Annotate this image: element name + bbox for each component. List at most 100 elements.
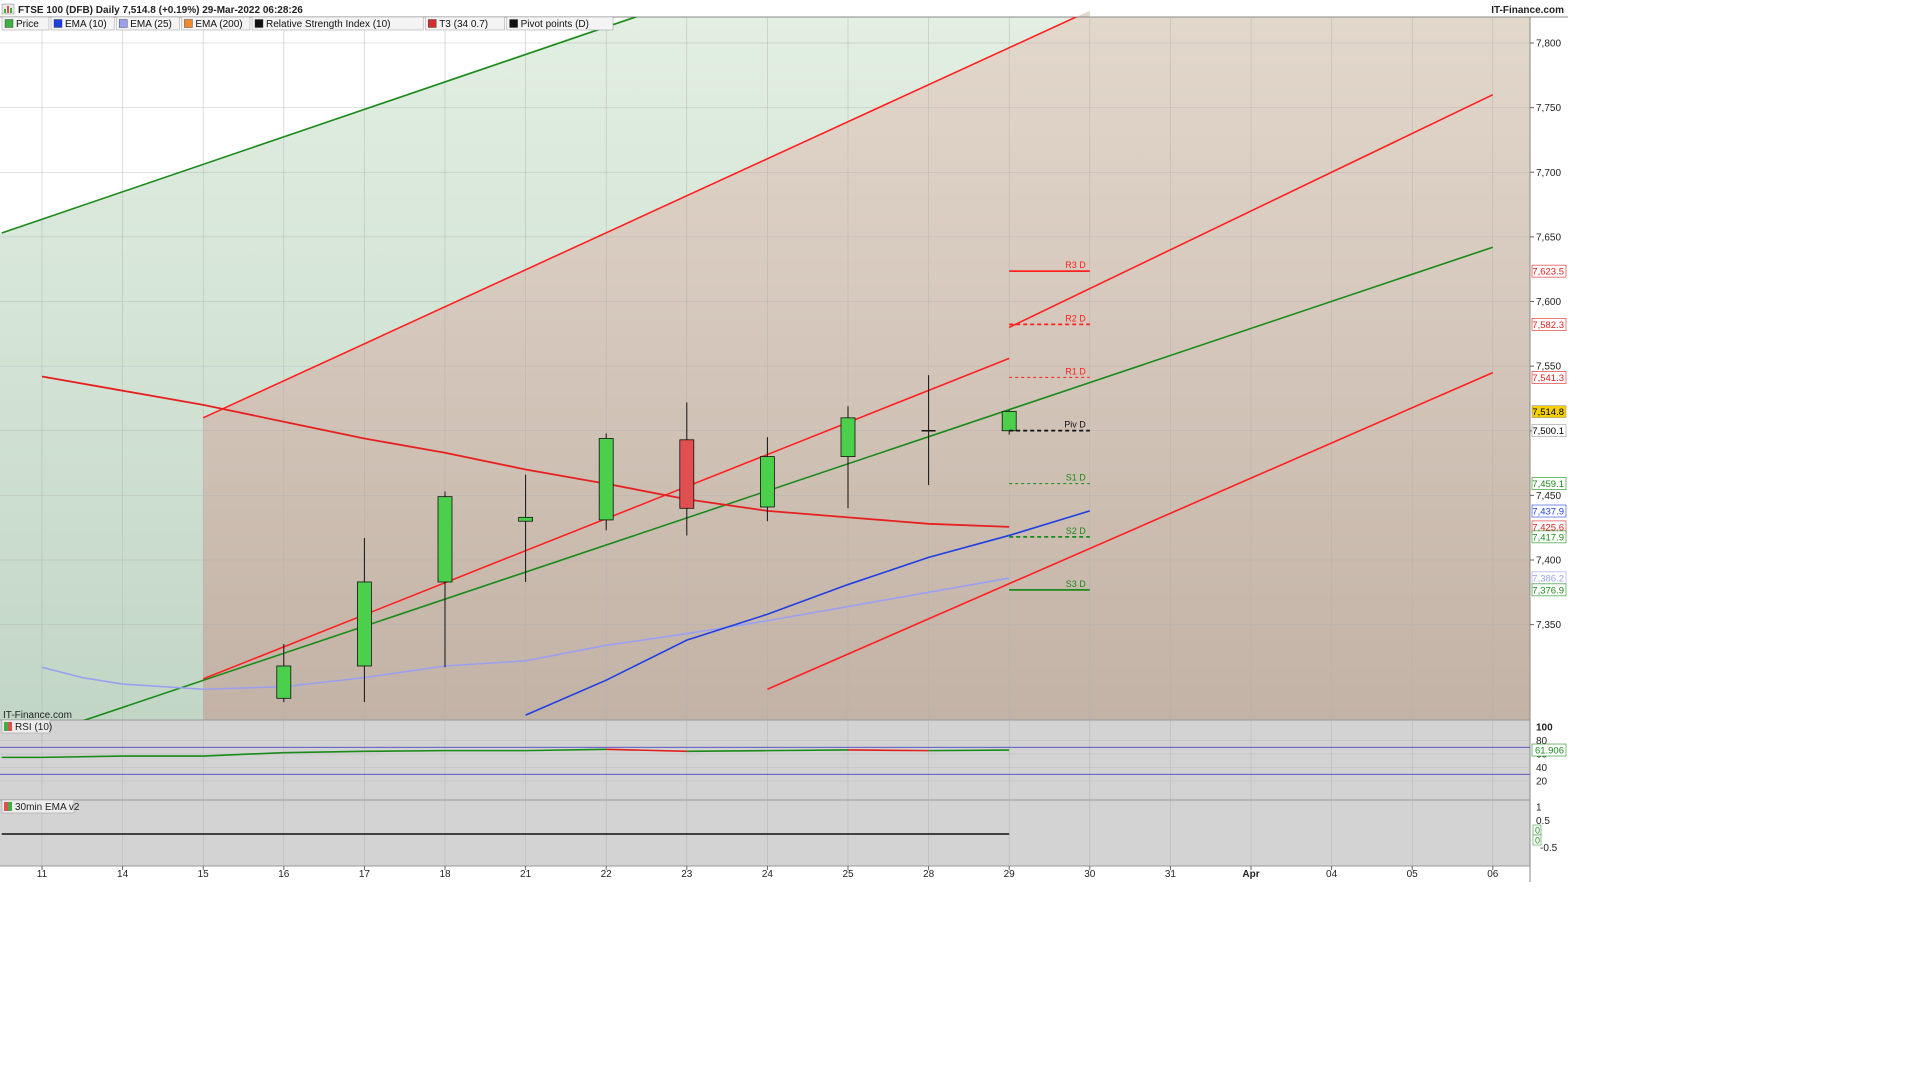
rsi-color-icon	[4, 722, 8, 731]
rsi-segment	[847, 749, 929, 752]
y-tick-label: 7,750	[1536, 103, 1561, 114]
chart-window: R3 D R2 D R1 D Piv D S1 D S2 D S3 D 7,350 7,400…	[0, 0, 1568, 882]
ema30-panel-label[interactable]: 30min EMA v2	[1, 799, 80, 814]
value-label: 7,417.9	[1532, 532, 1564, 543]
y-tick-label: 7,550	[1536, 362, 1561, 373]
legend-color-swatch	[254, 19, 264, 28]
ema30-tick-label: -0.5	[1540, 843, 1558, 854]
legend-color-swatch	[118, 19, 128, 28]
pivot-label: S1 D	[1066, 473, 1087, 483]
value-label: 7,541.3	[1532, 373, 1564, 384]
x-tick-label: 14	[117, 869, 129, 880]
rsi-segment	[686, 749, 768, 753]
x-tick-label: 31	[1165, 869, 1177, 880]
legend-item-label: Pivot points (D)	[521, 19, 589, 30]
rsi-panel-label[interactable]: RSI (10)	[1, 719, 52, 734]
legend-item-label: EMA (200)	[195, 19, 242, 30]
rsi-segment	[928, 749, 1010, 752]
rsi-segment	[767, 749, 849, 752]
brand-label[interactable]: IT-Finance.com	[1491, 5, 1564, 16]
value-label: 7,582.3	[1532, 320, 1564, 331]
legend-item-label: Relative Strength Index (10)	[266, 19, 391, 30]
legend-item-label: Price	[16, 19, 39, 30]
x-tick-label: 24	[762, 869, 774, 880]
y-tick-label: 7,350	[1536, 620, 1561, 631]
x-tick-label: 16	[278, 869, 290, 880]
legend-item[interactable]: Relative Strength Index (10)	[251, 16, 424, 31]
legend-item-label: T3 (34 0.7)	[439, 19, 488, 30]
legend-color-swatch	[428, 19, 437, 28]
legend-item[interactable]: EMA (200)	[181, 16, 251, 31]
rsi-tick-label: 40	[1536, 763, 1548, 774]
x-tick-label: 18	[439, 869, 451, 880]
pivot-label: S3 D	[1066, 579, 1087, 589]
pivot-label: R3 D	[1065, 260, 1086, 270]
ema30-tick-label: 1	[1536, 803, 1542, 814]
legend-color-swatch	[184, 19, 193, 28]
pivot-label: Piv D	[1064, 420, 1086, 430]
candle-up	[1001, 410, 1017, 432]
x-tick-label: 17	[359, 869, 371, 880]
candle-up	[276, 665, 292, 699]
rsi-tick-label: 100	[1536, 723, 1553, 734]
pivot-label: S2 D	[1066, 526, 1087, 536]
candle-up	[518, 516, 533, 522]
legend-item[interactable]: EMA (10)	[50, 16, 115, 31]
legend-item-label: EMA (10)	[65, 19, 107, 30]
pivot-label: R2 D	[1065, 313, 1086, 323]
x-tick-label: 05	[1407, 869, 1419, 880]
y-tick-label: 7,700	[1536, 168, 1561, 179]
x-tick-label: 22	[601, 869, 613, 880]
x-tick-label: 04	[1326, 869, 1338, 880]
value-label: 7,437.9	[1532, 507, 1564, 518]
x-tick-label: 06	[1487, 869, 1499, 880]
y-tick-label: 7,650	[1536, 232, 1561, 243]
legend-color-swatch	[4, 19, 14, 28]
x-tick-label: 30	[1084, 869, 1096, 880]
legend: Price EMA (10) EMA (25) EMA (200) Relative S…	[1, 16, 614, 31]
x-tick-label: 28	[923, 869, 935, 880]
value-label: 7,623.5	[1532, 267, 1564, 278]
legend-item[interactable]: Pivot points (D)	[506, 16, 614, 31]
ema30-panel-background	[0, 800, 1530, 866]
value-label: 7,500.1	[1532, 426, 1564, 437]
x-tick-label: 29	[1004, 869, 1016, 880]
y-tick-label: 7,400	[1536, 556, 1561, 567]
x-tick-label: Apr	[1242, 869, 1259, 880]
value-label: 7,514.8	[1532, 407, 1564, 418]
legend-color-swatch	[509, 19, 518, 28]
y-tick-label: 7,600	[1536, 297, 1561, 308]
ema30-title: 30min EMA v2	[15, 802, 80, 813]
chart-title: FTSE 100 (DFB) Daily 7,514.8 (+0.19%) 29…	[18, 5, 303, 16]
candle-up	[437, 496, 453, 583]
rsi-tick-label: 20	[1536, 777, 1548, 788]
legend-item[interactable]: EMA (25)	[115, 16, 180, 31]
x-tick-label: 11	[37, 869, 48, 880]
x-tick-label: 25	[842, 869, 854, 880]
value-label: 7,376.9	[1532, 585, 1564, 596]
value-label: 7,386.2	[1532, 573, 1564, 584]
rsi-panel-background	[0, 720, 1530, 800]
y-tick-label: 7,800	[1536, 39, 1561, 50]
rsi-segment	[364, 749, 446, 753]
ema30-color-icon	[4, 802, 8, 811]
candle-up	[598, 438, 614, 521]
candle-up	[760, 456, 775, 508]
legend-item[interactable]: T3 (34 0.7)	[424, 16, 505, 31]
ema30-value-label: 0	[1535, 836, 1540, 846]
rsi-title: RSI (10)	[15, 722, 52, 733]
ema30-value-label: 0	[1535, 826, 1540, 836]
value-label: 7,459.1	[1532, 479, 1564, 490]
candle-up	[840, 417, 856, 458]
x-tick-label: 23	[681, 869, 693, 880]
watermark: IT-Finance.com	[3, 710, 72, 721]
y-tick-label: 7,450	[1536, 491, 1561, 502]
price-chart: R3 D R2 D R1 D Piv D S1 D S2 D S3 D 7,350 7,400…	[0, 0, 1568, 882]
candle-up	[356, 581, 372, 667]
x-tick-label: 21	[520, 869, 532, 880]
x-tick-label: 15	[198, 869, 210, 880]
candle-down	[679, 439, 695, 509]
rsi-value-label: 61.906	[1535, 746, 1564, 757]
legend-item[interactable]: Price	[1, 16, 50, 31]
legend-item-label: EMA (25)	[130, 19, 172, 30]
